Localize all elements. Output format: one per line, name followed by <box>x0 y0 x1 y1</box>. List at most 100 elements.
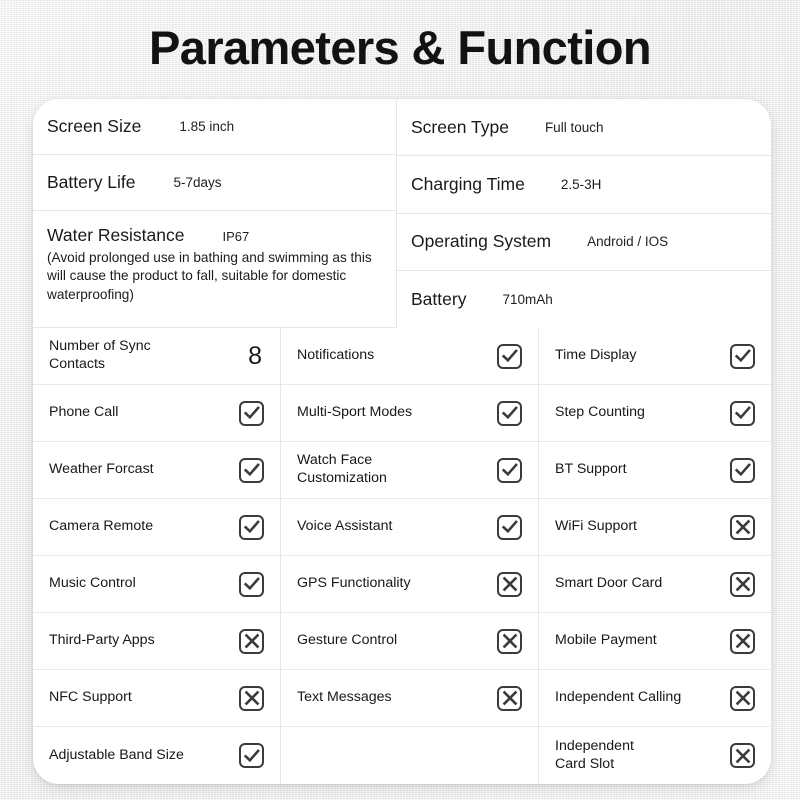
feature-column-0: Number of Sync Contacts 8 Phone Call Weather… <box>33 328 281 784</box>
feature-label: Music Control <box>49 575 136 592</box>
checkmark-icon <box>497 457 522 483</box>
feature-label: Camera Remote <box>49 518 154 535</box>
feature-label: Independent Card Slot <box>555 737 634 772</box>
spec-value: 5-7days <box>173 175 222 190</box>
checkmark-icon <box>497 514 522 540</box>
feature-row-empty <box>281 727 538 784</box>
spec-column-left: Screen Size 1.85 inch Battery Life 5-7da… <box>33 99 397 328</box>
water-resistance-note: (Avoid prolonged use in bathing and swim… <box>47 250 372 302</box>
spec-label: Operating System <box>411 231 552 252</box>
feature-row: Step Counting <box>539 385 771 442</box>
feature-label: WiFi Support <box>555 518 637 535</box>
feature-label: Third-Party Apps <box>49 632 155 649</box>
spec-card: Screen Size 1.85 inch Battery Life 5-7da… <box>33 99 771 784</box>
spec-value: 710mAh <box>502 291 553 307</box>
feature-label: GPS Functionality <box>297 575 411 592</box>
spec-value: Full touch <box>544 119 604 135</box>
cross-icon <box>730 743 755 768</box>
checkmark-icon <box>730 457 755 483</box>
cross-icon <box>239 685 264 711</box>
cross-icon <box>730 628 755 654</box>
feature-row: Adjustable Band Size <box>33 727 280 784</box>
cross-icon <box>730 514 755 540</box>
feature-label: Text Messages <box>297 689 392 706</box>
feature-row: Text Messages <box>281 670 538 727</box>
checkmark-icon <box>497 343 522 369</box>
feature-label: Notifications <box>297 347 375 364</box>
feature-row: Number of Sync Contacts 8 <box>33 328 280 385</box>
feature-label: Number of Sync Contacts <box>49 338 151 372</box>
feature-row: Time Display <box>539 328 771 385</box>
feature-row: GPS Functionality <box>281 556 538 613</box>
spec-row-screen-type: Screen Type Full touch <box>397 99 771 157</box>
spec-column-right: Screen Type Full touch Charging Time 2.5… <box>397 99 771 328</box>
feature-label: Gesture Control <box>297 632 398 649</box>
feature-row: Watch Face Customization <box>281 442 538 499</box>
feature-grid: Number of Sync Contacts 8 Phone Call Weather… <box>33 328 771 784</box>
spec-sheet-page: Parameters & Function Screen Size 1.85 i… <box>0 0 800 800</box>
spec-value: Android / IOS <box>587 234 669 250</box>
feature-label: Multi-Sport Modes <box>297 404 413 421</box>
cross-icon <box>239 628 264 654</box>
feature-row: Third-Party Apps <box>33 613 280 670</box>
spec-row-battery-life: Battery Life 5-7days <box>33 155 396 211</box>
feature-label: BT Support <box>555 461 627 478</box>
feature-row: Weather Forcast <box>33 442 280 499</box>
checkmark-icon <box>239 743 264 768</box>
specification-table: Screen Size 1.85 inch Battery Life 5-7da… <box>33 99 771 328</box>
feature-row: WiFi Support <box>539 499 771 556</box>
feature-row: Voice Assistant <box>281 499 538 556</box>
feature-row: Phone Call <box>33 385 280 442</box>
feature-label: NFC Support <box>49 689 132 706</box>
feature-column-2: Time Display Step Counting BT Support WiFi … <box>539 328 771 784</box>
spec-label: Water Resistance <box>47 225 185 245</box>
feature-row: Mobile Payment <box>539 613 771 670</box>
feature-row: NFC Support <box>33 670 280 727</box>
feature-label: Watch Face Customization <box>297 452 387 486</box>
feature-label: Smart Door Card <box>555 575 663 592</box>
cross-icon <box>497 571 522 597</box>
spec-row-water-resistance: Water Resistance IP67 (Avoid prolonged u… <box>33 211 396 328</box>
page-title: Parameters & Function <box>149 21 652 74</box>
spec-row-operating-system: Operating System Android / IOS <box>397 214 771 271</box>
feature-row: Smart Door Card <box>539 556 771 613</box>
spec-row-charging-time: Charging Time 2.5-3H <box>397 156 771 214</box>
feature-label: Step Counting <box>555 404 645 421</box>
feature-row: Independent Calling <box>539 670 771 727</box>
checkmark-icon <box>239 571 264 597</box>
checkmark-icon <box>497 400 522 426</box>
cross-icon <box>730 685 755 711</box>
feature-row: Notifications <box>281 328 538 385</box>
sync-contacts-count: 8 <box>248 341 262 370</box>
feature-label: Phone Call <box>49 404 119 421</box>
spec-label: Battery <box>411 288 467 309</box>
checkmark-icon <box>239 400 264 426</box>
feature-row: Multi-Sport Modes <box>281 385 538 442</box>
feature-row: Independent Card Slot <box>539 727 771 784</box>
spec-value: 2.5-3H <box>560 176 602 192</box>
spec-value: IP67 <box>222 229 250 244</box>
feature-row: Camera Remote <box>33 499 280 556</box>
feature-label: Adjustable Band Size <box>49 746 184 763</box>
cross-icon <box>497 628 522 654</box>
feature-label: Time Display <box>555 347 637 364</box>
checkmark-icon <box>730 343 755 369</box>
feature-label: Mobile Payment <box>555 632 657 649</box>
feature-row: Gesture Control <box>281 613 538 670</box>
checkmark-icon <box>239 457 264 483</box>
checkmark-icon <box>730 400 755 426</box>
spec-label: Battery Life <box>47 172 136 192</box>
spec-label: Screen Type <box>411 116 509 137</box>
spec-label: Charging Time <box>411 173 525 194</box>
cross-icon <box>497 685 522 711</box>
feature-row: BT Support <box>539 442 771 499</box>
spec-label: Screen Size <box>47 116 142 136</box>
feature-label: Weather Forcast <box>49 461 154 478</box>
feature-label: Voice Assistant <box>297 518 393 535</box>
checkmark-icon <box>239 514 264 540</box>
feature-row: Music Control <box>33 556 280 613</box>
cross-icon <box>730 571 755 597</box>
spec-row-screen-size: Screen Size 1.85 inch <box>33 99 396 155</box>
feature-label: Independent Calling <box>555 689 682 706</box>
spec-row-battery: Battery 710mAh <box>397 271 771 328</box>
